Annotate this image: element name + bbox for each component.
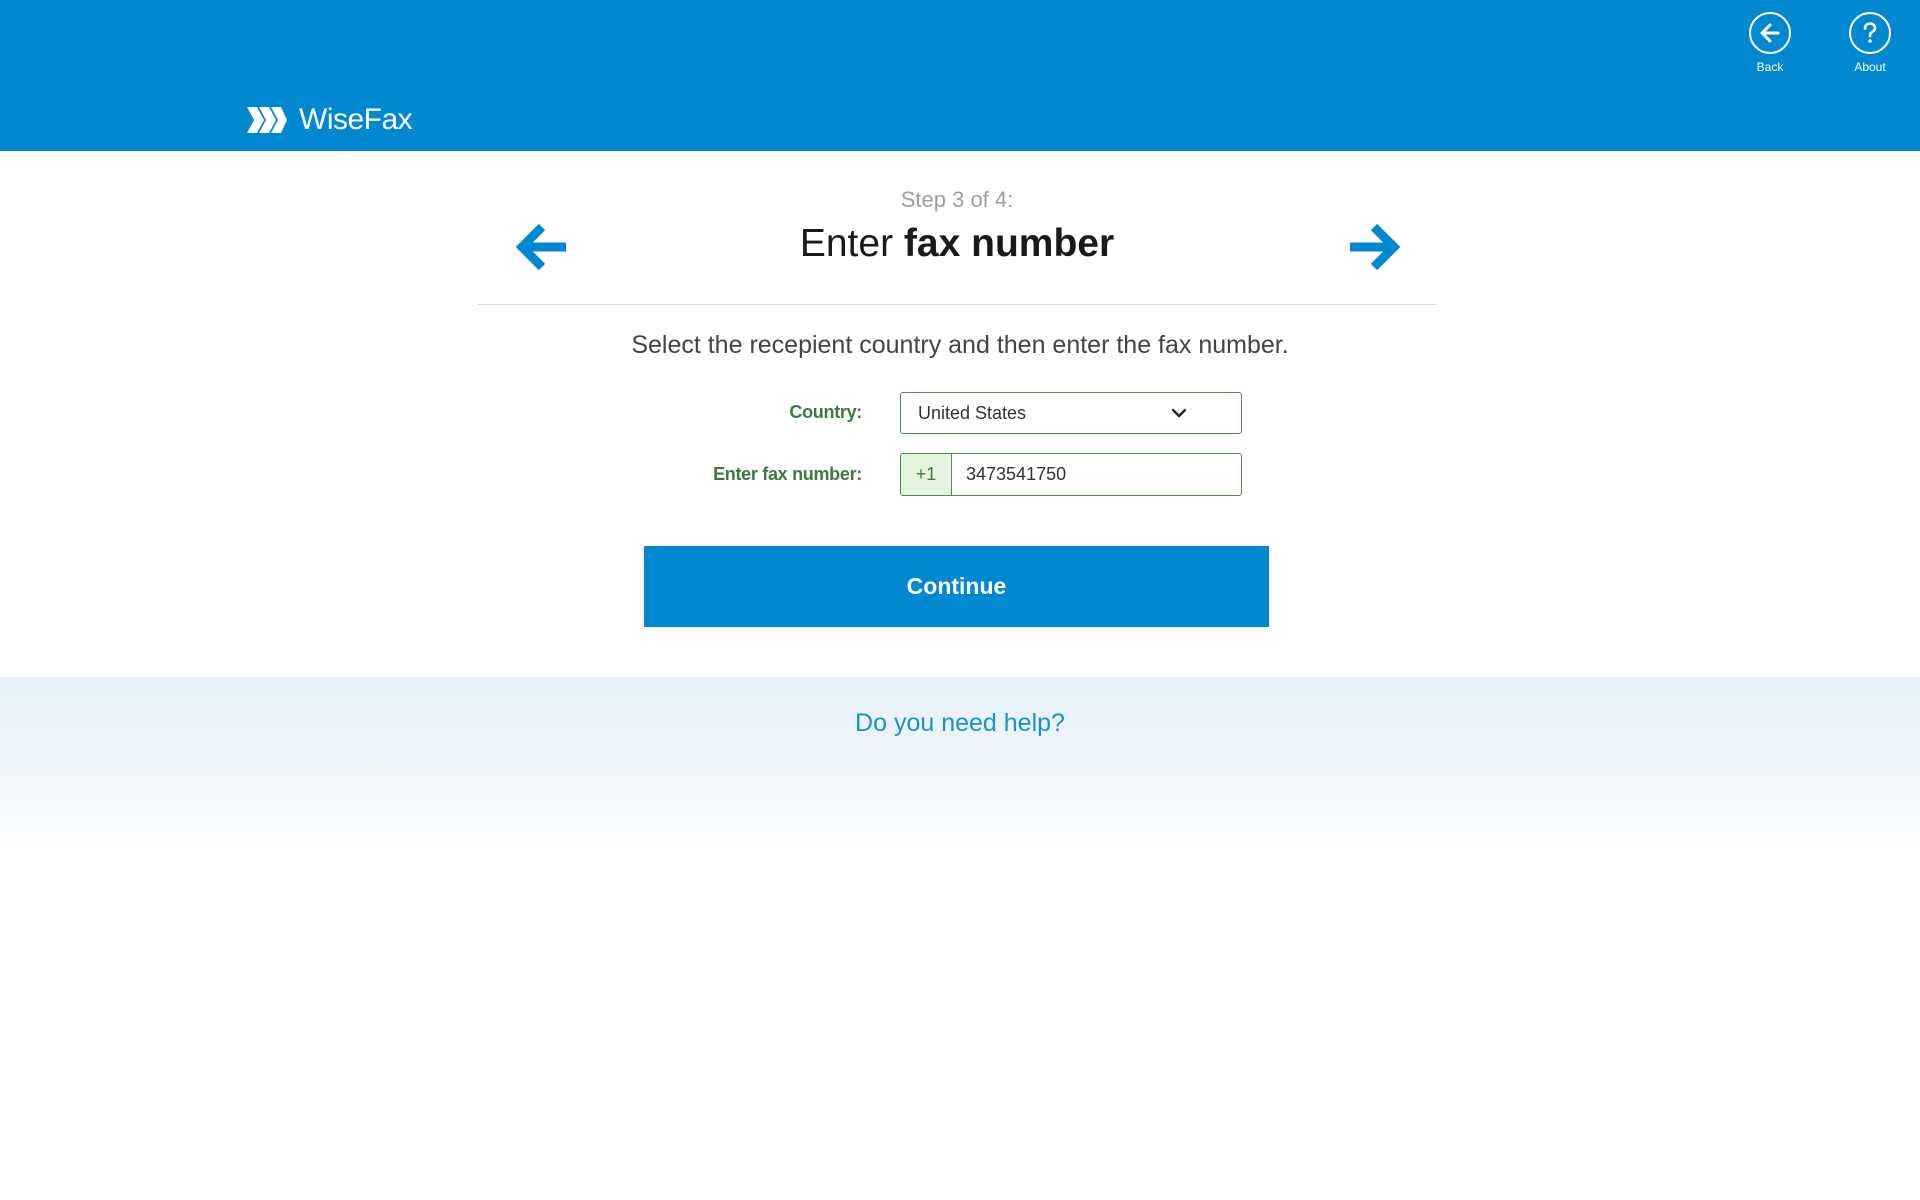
instruction-text: Select the recepient country and then en… [631,331,1289,359]
page-title-prefix: Enter [799,222,894,265]
country-label: Country: [789,402,862,422]
wisefax-logo: WiseFax [247,103,413,137]
step-header: Step 3 of 4: Enter fax number [478,180,1436,305]
arrow-right-icon [1350,223,1400,271]
fax-number-label: Enter fax number: [713,464,862,484]
question-circle-icon [1849,12,1891,54]
help-link[interactable]: Do you need help? [0,709,1920,738]
fax-number-input[interactable] [952,454,1241,495]
about-button[interactable]: About [1825,12,1915,78]
next-step-button[interactable] [1344,217,1404,277]
back-button-label: Back [1756,60,1784,74]
app-header: WiseFax Back About [0,0,1920,151]
fax-number-field: +1 [900,453,1242,496]
page-title-bold: fax number [903,222,1115,265]
back-button[interactable]: Back [1725,12,1815,78]
country-selected-value: United States [918,402,1027,423]
step-progress: Step 3 of 4: [900,187,1014,212]
page-title: Enter fax number [478,222,1436,266]
continue-button[interactable]: Continue [644,546,1269,627]
country-code-prefix: +1 [901,454,952,495]
country-select[interactable]: United States [900,392,1242,434]
arrow-left-circle-icon [1749,12,1791,54]
about-button-label: About [1854,60,1886,74]
wisefax-logo-icon [247,107,287,133]
brand-name: WiseFax [299,103,413,136]
chevron-down-icon [1171,408,1187,418]
help-section: Do you need help? [0,677,1920,857]
